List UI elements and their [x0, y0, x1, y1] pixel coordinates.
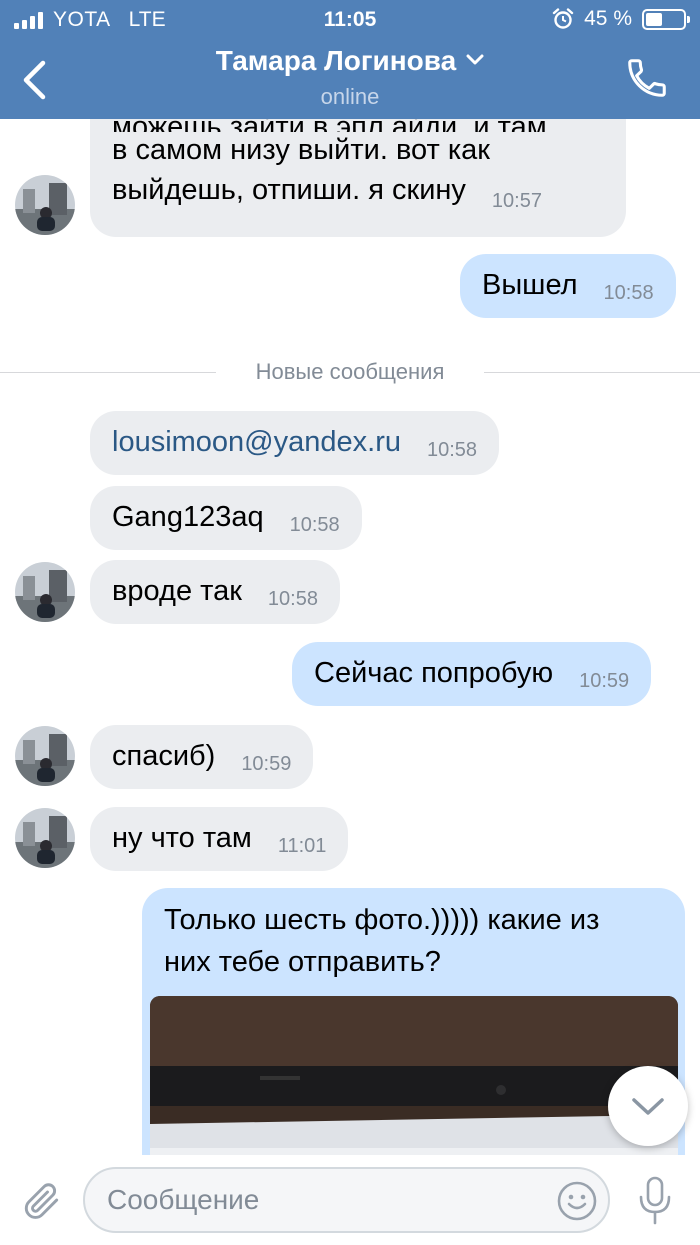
message-text-line: выйдешь, отпиши. я скину 10:57 — [112, 172, 604, 212]
avatar-image — [15, 726, 75, 786]
emoji-button[interactable] — [556, 1180, 598, 1222]
battery-icon — [642, 8, 690, 30]
chevron-down-icon — [632, 1098, 664, 1115]
divider-line — [484, 372, 700, 373]
message-time: 10:59 — [241, 753, 292, 776]
photo-image — [150, 996, 678, 1155]
chat-title[interactable]: Тамара Логинова — [0, 45, 700, 77]
message-text-line: Только шесть фото.))))) какие из — [164, 904, 600, 936]
alarm-icon — [552, 8, 574, 29]
microphone-icon — [639, 1176, 671, 1225]
message-list[interactable]: можешь зайти в эпл айди, и там в самом н… — [0, 119, 700, 1155]
chevron-down-icon — [466, 54, 484, 65]
message-text-line: в самом низу выйти. вот как — [112, 134, 490, 166]
avatar-image — [15, 175, 75, 235]
scroll-down-button[interactable] — [608, 1066, 688, 1146]
battery-fill — [646, 12, 663, 26]
avatar[interactable] — [15, 175, 75, 235]
message-text-line: них тебе отправить? — [164, 946, 441, 978]
email-link[interactable]: lousimoon@yandex.ru — [112, 424, 401, 461]
message-bubble[interactable]: ну что там 11:01 — [90, 807, 349, 871]
avatar[interactable] — [15, 562, 75, 622]
message-bubble[interactable]: вроде так 10:58 — [90, 560, 340, 624]
avatar[interactable] — [15, 808, 75, 868]
paperclip-icon — [24, 1183, 59, 1219]
composer-bar — [0, 1155, 700, 1245]
message-time: 10:58 — [289, 514, 340, 537]
message-bubble[interactable]: спасиб) 10:59 — [90, 725, 314, 789]
attach-button[interactable] — [20, 1177, 64, 1225]
photo-attachment[interactable] — [150, 996, 678, 1155]
message-input[interactable] — [83, 1167, 610, 1233]
message-text: Gang123aq — [112, 501, 264, 534]
avatar[interactable] — [15, 726, 75, 786]
message-text: выйдешь, отпиши. я скину — [112, 174, 466, 206]
voice-message-button[interactable] — [634, 1175, 676, 1227]
message-bubble[interactable]: Gang123aq 10:58 — [90, 486, 362, 550]
message-bubble[interactable]: lousimoon@yandex.ru 10:58 — [90, 411, 500, 475]
phone-icon — [628, 59, 666, 97]
message-text: Вышел — [482, 269, 578, 302]
message-text: ну что там — [112, 822, 252, 855]
avatar-image — [15, 808, 75, 868]
contact-name: Тамара Логинова — [215, 45, 457, 76]
call-button[interactable] — [624, 55, 670, 101]
status-bar: YOTA LTE 11:05 45 % — [0, 0, 700, 40]
message-time: 10:59 — [579, 670, 630, 693]
message-bubble[interactable]: Вышел 10:58 — [460, 254, 676, 318]
smiley-icon — [557, 1181, 597, 1221]
message-text-line: можешь зайти в эпл айди, и там — [112, 119, 604, 132]
message-time: 10:58 — [267, 588, 318, 611]
message-time: 10:58 — [603, 282, 654, 305]
message-time: 10:57 — [491, 190, 542, 212]
message-time: 11:01 — [277, 835, 327, 858]
battery-percent: 45 % — [584, 7, 632, 30]
message-bubble[interactable]: Только шесть фото.))))) какие из них теб… — [142, 888, 685, 1155]
message-text: вроде так — [112, 575, 242, 608]
message-text: Сейчас попробую — [314, 657, 554, 690]
message-text: спасиб) — [112, 740, 216, 773]
message-time: 10:58 — [426, 439, 478, 462]
status-right: 45 % — [552, 7, 690, 31]
message-bubble[interactable]: Сейчас попробую 10:59 — [292, 642, 652, 706]
online-status: online — [320, 84, 380, 109]
new-messages-divider: Новые сообщения — [0, 357, 700, 387]
chat-header: YOTA LTE 11:05 45 % Тамара Логинова onli… — [0, 0, 700, 119]
message-bubble[interactable]: можешь зайти в эпл айди, и там в самом н… — [90, 119, 626, 237]
avatar-image — [15, 562, 75, 622]
